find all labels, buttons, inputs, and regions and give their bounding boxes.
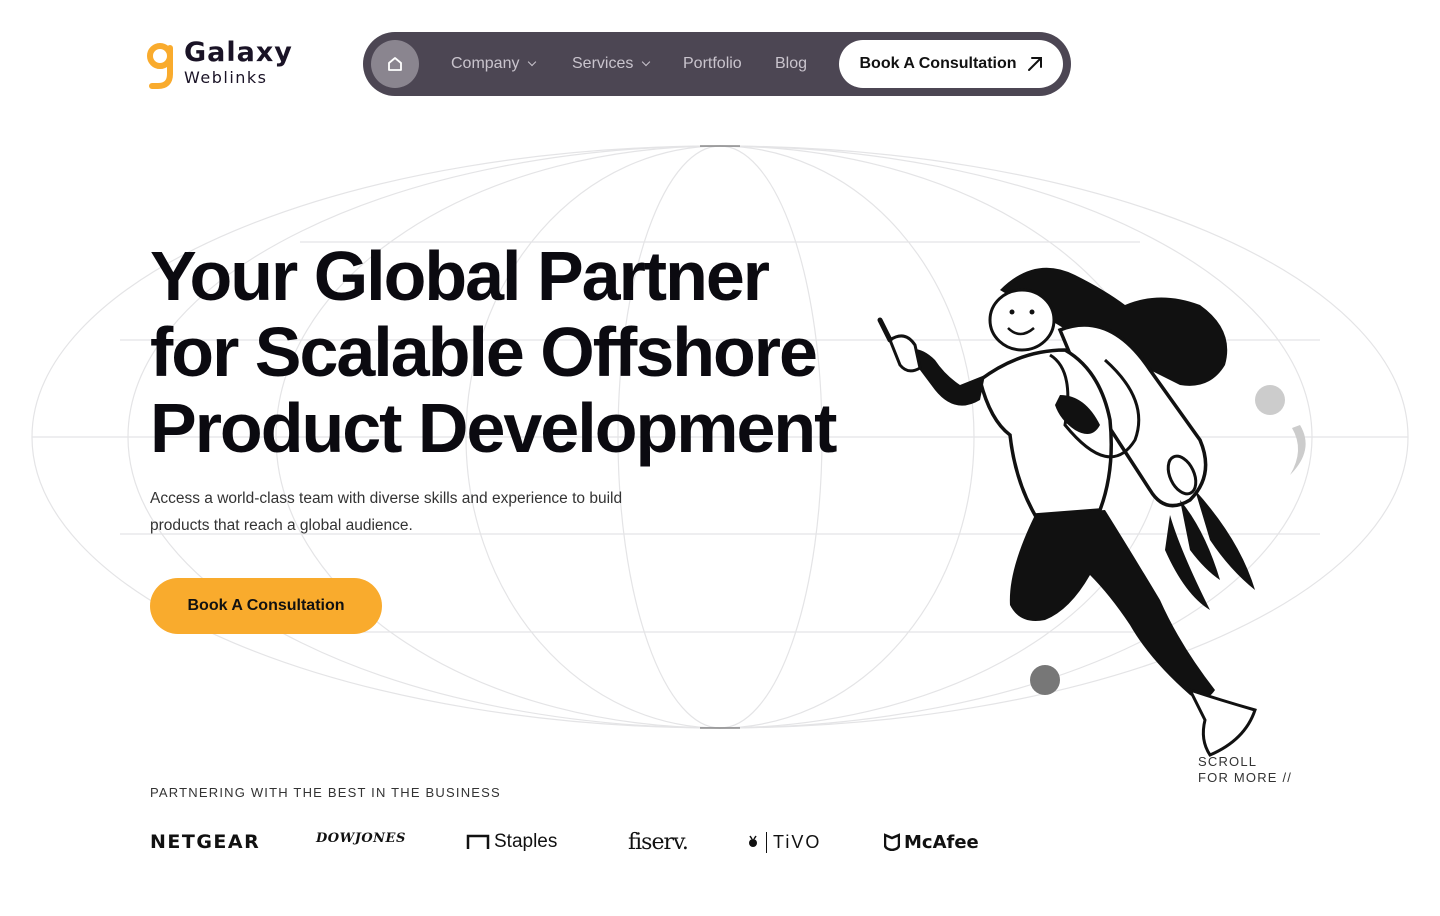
partners-label: PARTNERING WITH THE BEST IN THE BUSINESS	[150, 785, 501, 800]
nav-item-services[interactable]: Services	[572, 32, 651, 96]
partner-logo-fiserv: fiserv.	[628, 829, 689, 855]
scroll-hint-line2: FOR MORE //	[1198, 770, 1293, 785]
hero-description: Access a world-class team with diverse s…	[150, 490, 623, 534]
home-icon	[388, 57, 402, 71]
nav-item-blog[interactable]: Blog	[775, 32, 807, 96]
tivo-mark-icon	[749, 835, 757, 847]
nav-item-label: Blog	[775, 55, 808, 72]
scroll-hint-line1: SCROLL	[1198, 754, 1258, 769]
home-button[interactable]	[371, 40, 419, 88]
mcafee-shield-icon	[884, 833, 900, 851]
partner-logo-dowjones: DOWJONES	[316, 830, 406, 846]
arrow-up-right-icon	[1027, 57, 1042, 71]
nav-cta-label: Book A Consultation	[859, 55, 1017, 72]
rocket-girl-illustration	[877, 267, 1306, 757]
partner-logo-netgear: NETGEAR	[150, 831, 261, 853]
scroll-for-more-hint[interactable]: SCROLL FOR MORE //	[1198, 754, 1292, 786]
hero-title: Your Global Partner for Scalable Offshor…	[150, 238, 870, 466]
staples-mark-icon	[466, 834, 490, 849]
partner-logo-tivo: TiVO	[746, 822, 821, 862]
chevron-down-icon	[528, 57, 537, 67]
hero-title-line: Product Development	[150, 389, 837, 467]
nav-item-label: Portfolio	[683, 55, 742, 72]
brand-tagline: Weblinks	[184, 68, 268, 87]
hero-book-consultation-button[interactable]: Book A Consultation	[150, 578, 382, 634]
hero-title-line: Your Global Partner	[150, 237, 770, 315]
partner-logo-mcafee: McAfee	[884, 822, 979, 862]
nav-item-portfolio[interactable]: Portfolio	[683, 32, 742, 96]
hero-title-line: for Scalable Offshore	[150, 313, 818, 391]
main-nav: Company Services Portfolio Blog Book A C…	[363, 32, 1071, 96]
partner-logo-staples: Staples	[466, 822, 557, 862]
chevron-down-icon	[642, 57, 651, 67]
nav-book-consultation-button[interactable]: Book A Consultation	[839, 40, 1063, 88]
nav-item-label: Services	[572, 55, 634, 72]
brand-name: Galaxy	[184, 37, 293, 68]
brand-logo[interactable]: Galaxy Weblinks	[146, 38, 306, 90]
nav-item-company[interactable]: Company	[451, 32, 537, 96]
nav-item-label: Company	[451, 55, 520, 72]
galaxy-logo-icon	[147, 43, 173, 89]
